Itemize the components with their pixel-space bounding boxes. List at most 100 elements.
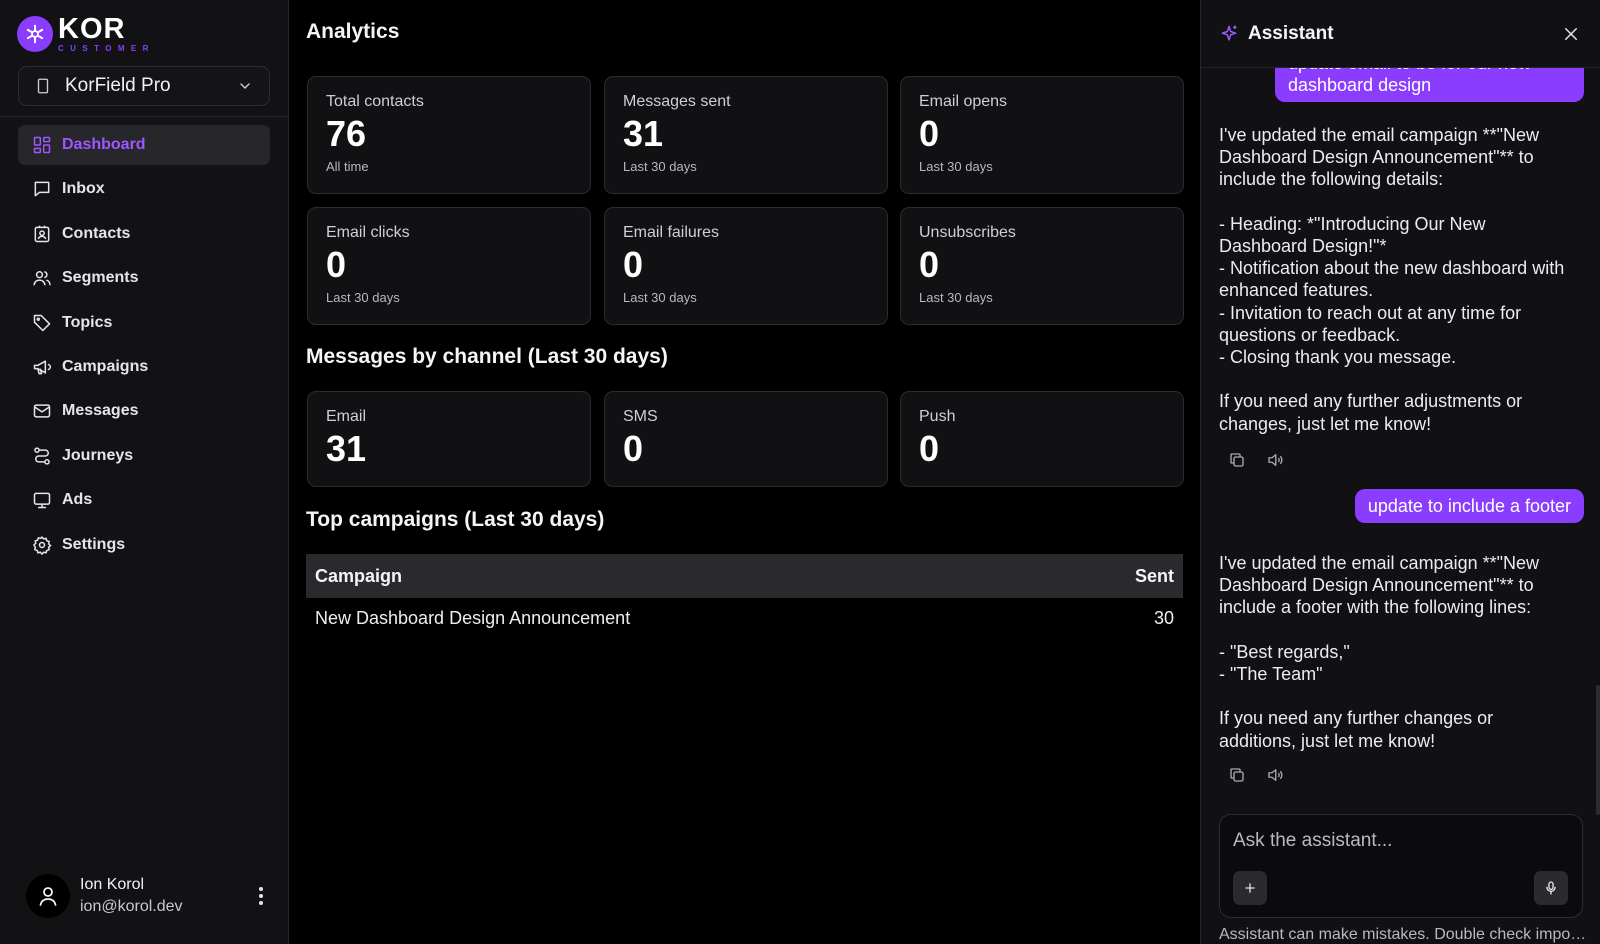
- user-message-bubble: update email to be for our new dashboard…: [1275, 68, 1584, 102]
- assistant-composer: [1219, 814, 1583, 918]
- main-content: Analytics Total contacts 76 All time Mes…: [289, 0, 1200, 944]
- dashboard-icon: [32, 135, 52, 155]
- brand-logo[interactable]: KOR CUSTOMER: [17, 15, 155, 53]
- avatar: [26, 874, 70, 918]
- chevron-down-icon: [235, 76, 255, 96]
- sidebar-item-settings[interactable]: Settings: [18, 525, 270, 565]
- workspace-selector[interactable]: KorField Pro: [18, 66, 270, 106]
- channel-card-email: Email 31: [307, 391, 591, 487]
- stat-period: Last 30 days: [623, 289, 697, 305]
- channel-value: 0: [623, 428, 644, 469]
- brand-name: KOR: [58, 13, 126, 45]
- sidebar-item-label: Campaigns: [62, 357, 149, 375]
- workspace-label: KorField Pro: [65, 75, 171, 96]
- stat-label: Email failures: [623, 224, 720, 241]
- channel-value: 31: [326, 428, 367, 469]
- sidebar-item-topics[interactable]: Topics: [18, 303, 270, 343]
- more-vertical-icon[interactable]: [251, 884, 271, 908]
- stat-period: Last 30 days: [919, 158, 993, 174]
- megaphone-icon: [32, 357, 52, 377]
- stat-card-unsubscribes: Unsubscribes 0 Last 30 days: [900, 207, 1184, 325]
- table-row[interactable]: New Dashboard Design Announcement 30: [306, 598, 1183, 638]
- sidebar-item-ads[interactable]: Ads: [18, 480, 270, 520]
- campaign-name-cell: New Dashboard Design Announcement: [315, 607, 631, 628]
- stat-card-messages-sent: Messages sent 31 Last 30 days: [604, 76, 888, 194]
- journey-icon: [32, 446, 52, 466]
- assistant-message: I've updated the email campaign **"New D…: [1219, 125, 1565, 434]
- building-icon: [33, 76, 53, 96]
- channel-label: Email: [326, 408, 367, 425]
- speaker-icon[interactable]: [1265, 450, 1285, 470]
- user-name: Ion Korol: [80, 876, 145, 894]
- sidebar: KOR CUSTOMER KorField Pro Dashboard Inbo…: [0, 0, 289, 944]
- mail-icon: [32, 401, 52, 421]
- stat-card-total-contacts: Total contacts 76 All time: [307, 76, 591, 194]
- stat-value: 31: [623, 113, 664, 154]
- sidebar-item-label: Inbox: [62, 180, 105, 198]
- user-email: ion@korol.dev: [80, 898, 183, 915]
- sidebar-item-label: Journeys: [62, 446, 134, 464]
- channel-value: 0: [919, 428, 940, 469]
- column-header-campaign: Campaign: [315, 565, 403, 586]
- stat-period: Last 30 days: [919, 289, 993, 305]
- chat-thread[interactable]: update email to be for our new dashboard…: [1201, 68, 1600, 808]
- sidebar-item-segments[interactable]: Segments: [18, 258, 270, 298]
- copy-icon[interactable]: [1227, 450, 1247, 470]
- sidebar-item-label: Contacts: [62, 224, 131, 242]
- sidebar-divider: [0, 116, 289, 117]
- stat-card-email-failures: Email failures 0 Last 30 days: [604, 207, 888, 325]
- sidebar-item-label: Segments: [62, 269, 139, 287]
- segments-icon: [32, 268, 52, 288]
- sidebar-item-journeys[interactable]: Journeys: [18, 436, 270, 476]
- channel-label: SMS: [623, 408, 658, 425]
- sidebar-item-label: Ads: [62, 491, 93, 509]
- stat-label: Total contacts: [326, 93, 424, 110]
- stat-card-email-opens: Email opens 0 Last 30 days: [900, 76, 1184, 194]
- microphone-button[interactable]: [1534, 871, 1568, 905]
- stat-label: Messages sent: [623, 93, 731, 110]
- campaigns-section-title: Top campaigns (Last 30 days): [306, 508, 605, 531]
- stat-period: Last 30 days: [326, 289, 400, 305]
- copy-icon[interactable]: [1227, 765, 1247, 785]
- tag-icon: [32, 313, 52, 333]
- thread-scrollbar[interactable]: [1596, 685, 1600, 815]
- page-title: Analytics: [306, 20, 400, 43]
- app-root: KOR CUSTOMER KorField Pro Dashboard Inbo…: [0, 0, 1600, 944]
- stat-label: Email clicks: [326, 224, 410, 241]
- monitor-icon: [32, 490, 52, 510]
- sidebar-item-label: Topics: [62, 313, 113, 331]
- logo-mark-icon: [17, 16, 53, 52]
- assistant-input[interactable]: [1233, 829, 1563, 853]
- sidebar-item-label: Settings: [62, 535, 126, 553]
- table-header: Campaign Sent: [306, 554, 1183, 598]
- user-message-bubble: update to include a footer: [1354, 489, 1584, 523]
- stat-value: 0: [919, 113, 940, 154]
- channel-card-push: Push 0: [900, 391, 1184, 487]
- user-profile[interactable]: Ion Korol ion@korol.dev: [26, 872, 271, 920]
- sidebar-item-campaigns[interactable]: Campaigns: [18, 347, 270, 387]
- sidebar-item-inbox[interactable]: Inbox: [18, 169, 270, 209]
- stat-label: Email opens: [919, 93, 1008, 110]
- assistant-title: Assistant: [1248, 22, 1334, 44]
- channels-section-title: Messages by channel (Last 30 days): [306, 345, 668, 368]
- close-icon[interactable]: [1559, 22, 1583, 46]
- sidebar-item-dashboard[interactable]: Dashboard: [18, 125, 270, 165]
- contacts-icon: [32, 224, 52, 244]
- sidebar-item-label: Messages: [62, 402, 139, 420]
- gear-icon: [32, 535, 52, 555]
- inbox-icon: [32, 179, 52, 199]
- assistant-disclaimer: Assistant can make mistakes. Double chec…: [1219, 926, 1589, 943]
- sidebar-nav: Dashboard Inbox Contacts Segments Topics…: [18, 125, 270, 569]
- stat-value: 0: [919, 244, 940, 285]
- column-header-sent: Sent: [1134, 565, 1174, 586]
- sparkle-icon: [1219, 24, 1239, 44]
- sidebar-item-contacts[interactable]: Contacts: [18, 214, 270, 254]
- speaker-icon[interactable]: [1265, 765, 1285, 785]
- sent-count-cell: 30: [1153, 607, 1174, 628]
- brand-subtitle: CUSTOMER: [58, 44, 155, 53]
- stat-card-email-clicks: Email clicks 0 Last 30 days: [307, 207, 591, 325]
- channel-card-sms: SMS 0: [604, 391, 888, 487]
- channel-label: Push: [919, 408, 956, 425]
- sidebar-item-messages[interactable]: Messages: [18, 391, 270, 431]
- attach-button[interactable]: [1233, 871, 1267, 905]
